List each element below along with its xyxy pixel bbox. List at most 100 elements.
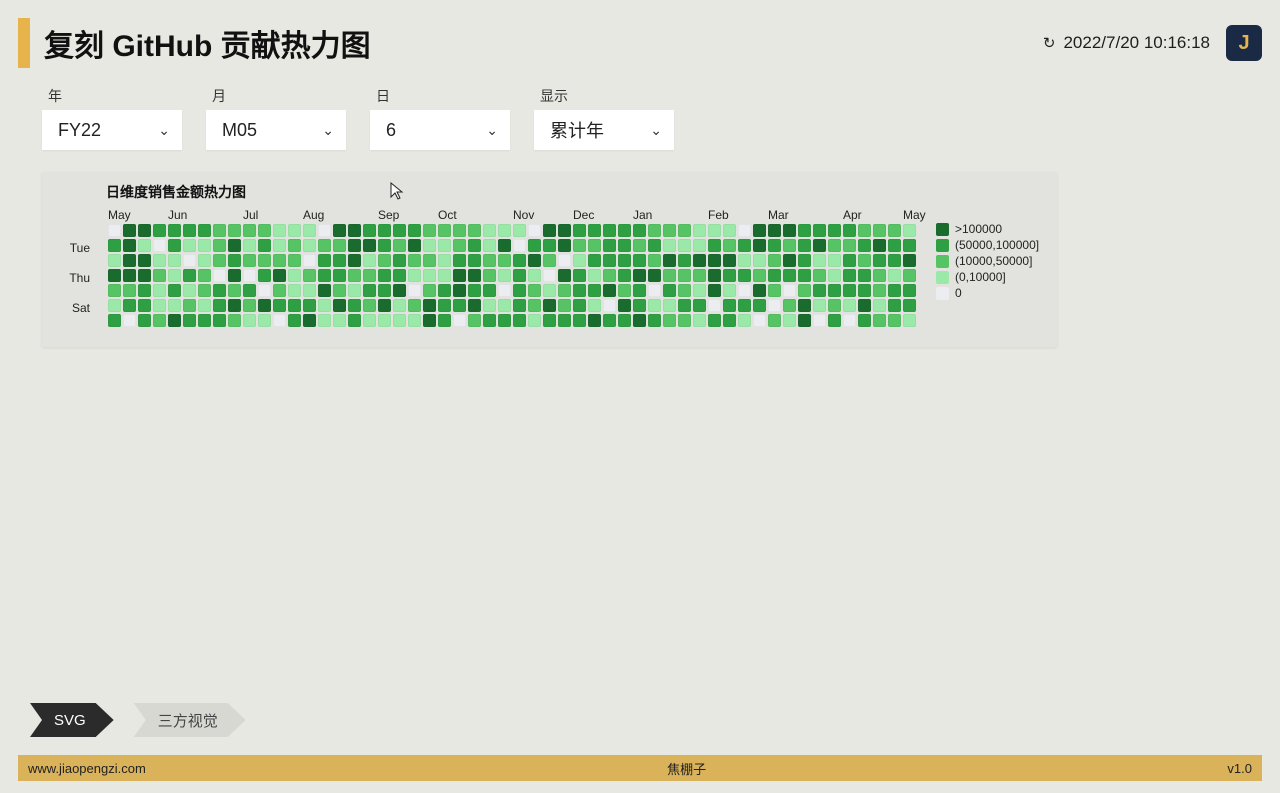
heatmap-cell[interactable] bbox=[858, 269, 871, 282]
heatmap-cell[interactable] bbox=[753, 284, 766, 297]
heatmap-cell[interactable] bbox=[333, 239, 346, 252]
heatmap-cell[interactable] bbox=[483, 239, 496, 252]
refresh-icon[interactable]: ↻ bbox=[1043, 34, 1056, 52]
heatmap-cell[interactable] bbox=[513, 269, 526, 282]
heatmap-cell[interactable] bbox=[303, 299, 316, 312]
heatmap-cell[interactable] bbox=[168, 299, 181, 312]
tab-third-party[interactable]: 三方视觉 bbox=[134, 703, 246, 737]
heatmap-cell[interactable] bbox=[888, 224, 901, 237]
heatmap-cell[interactable] bbox=[408, 314, 421, 327]
heatmap-cell[interactable] bbox=[348, 284, 361, 297]
heatmap-cell[interactable] bbox=[243, 254, 256, 267]
heatmap-cell[interactable] bbox=[843, 269, 856, 282]
heatmap-cell[interactable] bbox=[843, 284, 856, 297]
heatmap-cell[interactable] bbox=[183, 224, 196, 237]
heatmap-cell[interactable] bbox=[603, 314, 616, 327]
heatmap-cell[interactable] bbox=[888, 284, 901, 297]
heatmap-cell[interactable] bbox=[648, 269, 661, 282]
heatmap-cell[interactable] bbox=[333, 299, 346, 312]
heatmap-cell[interactable] bbox=[858, 299, 871, 312]
heatmap-cell[interactable] bbox=[528, 314, 541, 327]
heatmap-cell[interactable] bbox=[783, 254, 796, 267]
heatmap-cell[interactable] bbox=[618, 284, 631, 297]
heatmap-cell[interactable] bbox=[318, 284, 331, 297]
heatmap-cell[interactable] bbox=[663, 254, 676, 267]
heatmap-cell[interactable] bbox=[423, 314, 436, 327]
heatmap-cell[interactable] bbox=[693, 224, 706, 237]
heatmap-cell[interactable] bbox=[693, 239, 706, 252]
heatmap-cell[interactable] bbox=[843, 254, 856, 267]
heatmap-cell[interactable] bbox=[633, 284, 646, 297]
heatmap-cell[interactable] bbox=[243, 269, 256, 282]
heatmap-cell[interactable] bbox=[288, 239, 301, 252]
heatmap-cell[interactable] bbox=[363, 239, 376, 252]
heatmap-cell[interactable] bbox=[813, 269, 826, 282]
heatmap-cell[interactable] bbox=[873, 314, 886, 327]
heatmap-cell[interactable] bbox=[318, 239, 331, 252]
heatmap-cell[interactable] bbox=[648, 299, 661, 312]
heatmap-cell[interactable] bbox=[678, 269, 691, 282]
heatmap-cell[interactable] bbox=[603, 269, 616, 282]
heatmap-cell[interactable] bbox=[888, 239, 901, 252]
heatmap-cell[interactable] bbox=[123, 239, 136, 252]
heatmap-cell[interactable] bbox=[183, 284, 196, 297]
heatmap-cell[interactable] bbox=[603, 299, 616, 312]
heatmap-cell[interactable] bbox=[438, 284, 451, 297]
heatmap-cell[interactable] bbox=[408, 254, 421, 267]
heatmap-cell[interactable] bbox=[198, 269, 211, 282]
heatmap-cell[interactable] bbox=[303, 269, 316, 282]
heatmap-cell[interactable] bbox=[378, 254, 391, 267]
heatmap-cell[interactable] bbox=[498, 224, 511, 237]
heatmap-cell[interactable] bbox=[348, 239, 361, 252]
heatmap-cell[interactable] bbox=[828, 224, 841, 237]
heatmap-cell[interactable] bbox=[543, 269, 556, 282]
heatmap-cell[interactable] bbox=[618, 269, 631, 282]
heatmap-cell[interactable] bbox=[168, 314, 181, 327]
heatmap-cell[interactable] bbox=[648, 314, 661, 327]
legend-item[interactable]: (50000,100000] bbox=[936, 238, 1039, 252]
heatmap-cell[interactable] bbox=[123, 254, 136, 267]
heatmap-cell[interactable] bbox=[423, 239, 436, 252]
heatmap-cell[interactable] bbox=[408, 224, 421, 237]
heatmap-cell[interactable] bbox=[228, 239, 241, 252]
heatmap-cell[interactable] bbox=[303, 239, 316, 252]
heatmap-cell[interactable] bbox=[798, 254, 811, 267]
heatmap-cell[interactable] bbox=[678, 239, 691, 252]
heatmap-cell[interactable] bbox=[813, 239, 826, 252]
heatmap-cell[interactable] bbox=[438, 314, 451, 327]
heatmap-cell[interactable] bbox=[528, 299, 541, 312]
heatmap-cell[interactable] bbox=[438, 224, 451, 237]
heatmap-cell[interactable] bbox=[363, 284, 376, 297]
heatmap-cell[interactable] bbox=[513, 254, 526, 267]
heatmap-cell[interactable] bbox=[573, 239, 586, 252]
heatmap-cell[interactable] bbox=[213, 269, 226, 282]
heatmap-cell[interactable] bbox=[633, 299, 646, 312]
slicer-dropdown[interactable]: FY22⌄ bbox=[42, 110, 182, 150]
heatmap-cell[interactable] bbox=[453, 239, 466, 252]
heatmap-cell[interactable] bbox=[258, 314, 271, 327]
heatmap-cell[interactable] bbox=[468, 299, 481, 312]
heatmap-cell[interactable] bbox=[138, 254, 151, 267]
heatmap-cell[interactable] bbox=[228, 269, 241, 282]
heatmap-cell[interactable] bbox=[168, 254, 181, 267]
heatmap-cell[interactable] bbox=[768, 254, 781, 267]
heatmap-cell[interactable] bbox=[573, 224, 586, 237]
heatmap-cell[interactable] bbox=[813, 224, 826, 237]
heatmap-cell[interactable] bbox=[618, 314, 631, 327]
heatmap-cell[interactable] bbox=[768, 269, 781, 282]
heatmap-cell[interactable] bbox=[468, 284, 481, 297]
heatmap-cell[interactable] bbox=[528, 284, 541, 297]
heatmap-cell[interactable] bbox=[663, 299, 676, 312]
heatmap-cell[interactable] bbox=[348, 254, 361, 267]
heatmap-cell[interactable] bbox=[783, 314, 796, 327]
heatmap-cell[interactable] bbox=[858, 239, 871, 252]
heatmap-cell[interactable] bbox=[228, 299, 241, 312]
heatmap-cell[interactable] bbox=[108, 239, 121, 252]
heatmap-cell[interactable] bbox=[708, 299, 721, 312]
heatmap-cell[interactable] bbox=[198, 224, 211, 237]
heatmap-cell[interactable] bbox=[423, 269, 436, 282]
heatmap-cell[interactable] bbox=[153, 254, 166, 267]
heatmap-cell[interactable] bbox=[873, 269, 886, 282]
heatmap-cell[interactable] bbox=[843, 299, 856, 312]
legend-item[interactable]: (10000,50000] bbox=[936, 254, 1039, 268]
